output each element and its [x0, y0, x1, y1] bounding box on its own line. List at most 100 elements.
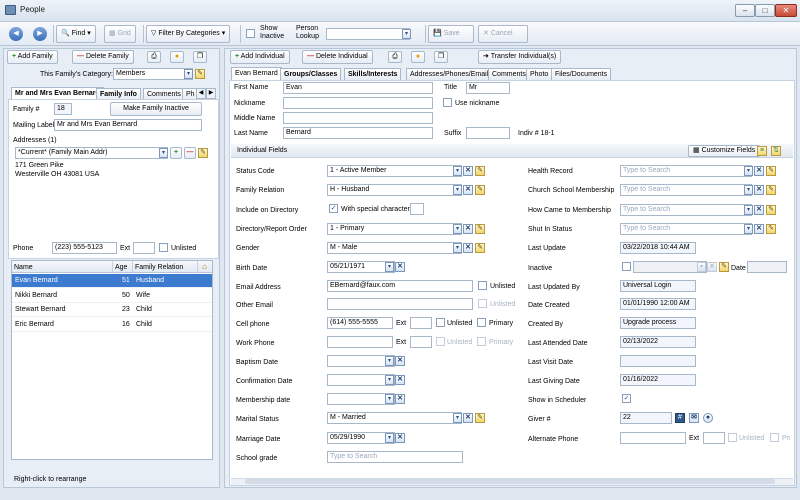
person-lookup-dropdown[interactable]: ▾: [402, 29, 411, 39]
dropdown-icon[interactable]: ▾: [744, 205, 753, 215]
delete-family-button[interactable]: — Delete Family: [72, 50, 134, 64]
alt-ext-input[interactable]: [703, 432, 725, 444]
member-row[interactable]: Eric Bernard 16 Child: [12, 318, 212, 332]
member-row[interactable]: Nikki Bernard 50 Wife: [12, 289, 212, 303]
members-col-name[interactable]: Name: [14, 264, 33, 271]
collapse-fields-icon[interactable]: ⇅: [771, 146, 781, 156]
dropdown-icon[interactable]: ▾: [453, 243, 462, 253]
clear-icon[interactable]: ✕: [463, 243, 473, 253]
tab-scroll-left[interactable]: ◀: [196, 88, 206, 99]
tab-groups-classes[interactable]: Groups/Classes: [280, 68, 342, 80]
dropdown-icon[interactable]: ▾: [744, 166, 753, 176]
edit-list-icon[interactable]: ✎: [719, 262, 729, 272]
member-row[interactable]: Evan Bernard 51 Husband: [12, 274, 212, 288]
inactive-reason-select[interactable]: [633, 261, 707, 273]
clear-icon[interactable]: ✕: [395, 375, 405, 385]
school-grade-input[interactable]: Type to Search: [327, 451, 463, 463]
calendar-dropdown-icon[interactable]: ▾: [385, 262, 394, 272]
add-family-button[interactable]: + Add Family: [7, 50, 58, 64]
clear-icon[interactable]: ✕: [754, 205, 764, 215]
mailing-label-input[interactable]: Mr and Mrs Evan Bernard: [54, 119, 202, 131]
category-dropdown[interactable]: ▾: [184, 69, 193, 79]
filter-categories-button[interactable]: ▽ Filter By Categories ▾: [146, 25, 231, 43]
grid-button[interactable]: ▦ Grid: [104, 25, 136, 43]
family-unlisted-checkbox[interactable]: [159, 243, 168, 252]
copy-icon[interactable]: ❐: [193, 51, 207, 63]
gender-select[interactable]: M - Male: [327, 242, 462, 254]
maximize-button[interactable]: □: [755, 4, 775, 17]
family-ext-input[interactable]: [133, 242, 155, 254]
members-col-relation[interactable]: Family Relation: [135, 264, 183, 271]
delete-individual-button[interactable]: — Delete Individual: [302, 50, 373, 64]
clear-icon[interactable]: ✕: [395, 356, 405, 366]
tab-addresses-phones-email[interactable]: Addresses/Phones/Email: [406, 68, 493, 80]
home-icon[interactable]: ⌂: [197, 261, 211, 273]
category-edit-icon[interactable]: ✎: [195, 69, 205, 79]
minimize-button[interactable]: –: [735, 4, 755, 17]
clear-icon[interactable]: ✕: [463, 224, 473, 234]
cell-phone-input[interactable]: (614) 555-5555: [327, 317, 393, 329]
clear-icon[interactable]: ✕: [395, 262, 405, 272]
work-unlisted-checkbox[interactable]: [436, 337, 445, 346]
edit-list-icon[interactable]: ✎: [766, 166, 776, 176]
tab-photo[interactable]: Photo: [526, 68, 553, 80]
family-category-select[interactable]: Members: [113, 68, 193, 80]
status-code-select[interactable]: 1 - Active Member: [327, 165, 462, 177]
tab-scroll-right[interactable]: ▶: [206, 88, 216, 99]
calendar-dropdown-icon[interactable]: ▾: [385, 433, 394, 443]
special-character-input[interactable]: [410, 203, 424, 215]
clear-icon[interactable]: ✕: [754, 224, 764, 234]
clear-icon[interactable]: ✕: [395, 433, 405, 443]
dropdown-icon[interactable]: ▾: [453, 224, 462, 234]
address-select[interactable]: *Current* (Family Main Addr): [15, 147, 168, 159]
member-row[interactable]: Stewart Bernard 23 Child: [12, 303, 212, 317]
family-relation-select[interactable]: H - Husband: [327, 184, 462, 196]
church-school-input[interactable]: Type to Search: [620, 184, 752, 196]
lightbulb-icon[interactable]: ●: [170, 51, 184, 63]
print-icon[interactable]: ⎙: [147, 51, 161, 63]
marital-status-select[interactable]: M - Married: [327, 412, 462, 424]
other-email-input[interactable]: [327, 298, 473, 310]
cell-primary-checkbox[interactable]: [477, 318, 486, 327]
cell-ext-input[interactable]: [410, 317, 432, 329]
edit-list-icon[interactable]: ✎: [475, 413, 485, 423]
edit-list-icon[interactable]: ✎: [475, 185, 485, 195]
other-email-unlisted-checkbox[interactable]: [478, 299, 487, 308]
giver-person-icon[interactable]: ●: [703, 413, 713, 423]
edit-list-icon[interactable]: ✎: [475, 224, 485, 234]
make-family-inactive-button[interactable]: Make Family Inactive: [110, 102, 202, 116]
person-lookup-input[interactable]: [326, 28, 410, 40]
work-primary-checkbox[interactable]: [477, 337, 486, 346]
health-record-input[interactable]: Type to Search: [620, 165, 752, 177]
middle-name-input[interactable]: [283, 112, 433, 124]
directory-order-select[interactable]: 1 - Primary: [327, 223, 462, 235]
calendar-dropdown-icon[interactable]: ▾: [385, 356, 394, 366]
edit-address-icon[interactable]: ✎: [198, 148, 208, 158]
last-name-input[interactable]: Bernard: [283, 127, 433, 139]
copy-icon[interactable]: ❐: [434, 51, 448, 63]
dropdown-icon[interactable]: ▾: [697, 262, 706, 272]
remove-address-icon[interactable]: —: [184, 147, 196, 159]
inactive-checkbox[interactable]: [622, 262, 631, 271]
edit-list-icon[interactable]: ✎: [766, 205, 776, 215]
include-directory-checkbox[interactable]: ✓: [329, 204, 338, 213]
how-came-input[interactable]: Type to Search: [620, 204, 752, 216]
tab-skills-interests[interactable]: Skills/Interests: [344, 68, 402, 80]
envelope-icon[interactable]: ✉: [689, 413, 699, 423]
clear-icon[interactable]: ✕: [463, 185, 473, 195]
cancel-button[interactable]: ✕ Cancel: [478, 25, 528, 43]
add-address-icon[interactable]: +: [170, 147, 182, 159]
edit-list-icon[interactable]: ✎: [475, 243, 485, 253]
clear-icon[interactable]: ✕: [395, 394, 405, 404]
dropdown-icon[interactable]: ▾: [744, 185, 753, 195]
members-col-age[interactable]: Age: [115, 264, 127, 271]
dropdown-icon[interactable]: ▾: [744, 224, 753, 234]
work-ext-input[interactable]: [410, 336, 432, 348]
work-phone-input[interactable]: [327, 336, 393, 348]
scrollbar-thumb[interactable]: [245, 479, 775, 484]
calendar-dropdown-icon[interactable]: ▾: [385, 394, 394, 404]
back-arrow-icon[interactable]: ◀: [9, 27, 23, 41]
family-phone-input[interactable]: (223) 555-5123: [52, 242, 117, 254]
customize-fields-button[interactable]: ▦ Customize Fields: [688, 145, 761, 157]
nickname-input[interactable]: [283, 97, 433, 109]
